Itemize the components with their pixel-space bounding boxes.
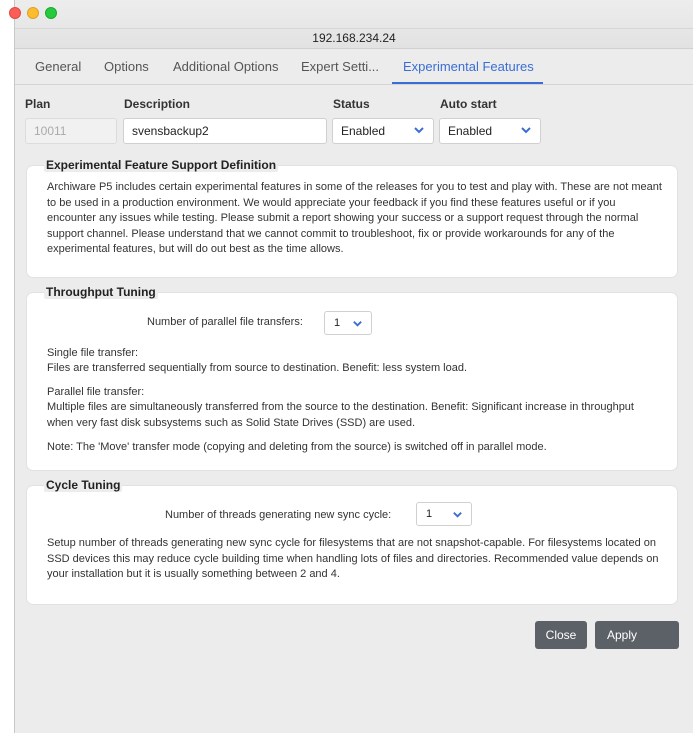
cycle-text: Setup number of threads generating new s… xyxy=(47,537,659,580)
auto-start-select-value: Enabled xyxy=(448,124,493,138)
cycle-title: Cycle Tuning xyxy=(44,478,123,492)
tab-bar: General Options Additional Options Exper… xyxy=(15,52,693,85)
parallel-transfer-title: Parallel file transfer: xyxy=(47,386,145,398)
tab-general[interactable]: General xyxy=(35,59,81,74)
parallel-transfer-text: Multiple files are simultaneously transf… xyxy=(47,401,634,429)
tab-experimental-features[interactable]: Experimental Features xyxy=(403,59,534,74)
definition-card: Archiware P5 includes certain experiment… xyxy=(27,166,677,277)
status-header: Status xyxy=(333,97,370,111)
auto-start-select[interactable]: Enabled xyxy=(439,118,541,144)
title-bar: 192.168.234.24 xyxy=(9,0,693,49)
apply-button[interactable]: Apply xyxy=(595,621,679,649)
description-input[interactable]: svensbackup2 xyxy=(123,118,327,144)
close-button[interactable]: Close xyxy=(535,621,587,649)
threads-label: Number of threads generating new sync cy… xyxy=(165,509,392,521)
tab-additional-options[interactable]: Additional Options xyxy=(173,59,279,74)
definition-text: Archiware P5 includes certain experiment… xyxy=(47,181,662,255)
chevron-down-icon xyxy=(353,321,362,327)
app-window: 192.168.234.24 General Options Additiona… xyxy=(9,0,693,733)
single-transfer-text: Files are transferred sequentially from … xyxy=(47,362,468,374)
zoom-window-icon[interactable] xyxy=(45,7,57,19)
plan-field: 10011 xyxy=(25,118,117,144)
title-bar-divider xyxy=(15,28,693,29)
description-header: Description xyxy=(124,97,191,111)
auto-start-header: Auto start xyxy=(440,97,497,111)
close-window-icon[interactable] xyxy=(9,7,21,19)
plan-header: Plan xyxy=(25,97,51,111)
window-title: 192.168.234.24 xyxy=(312,31,396,45)
chevron-down-icon xyxy=(414,127,424,134)
threads-select[interactable]: 1 xyxy=(416,502,472,526)
active-tab-indicator xyxy=(392,82,543,84)
minimize-window-icon[interactable] xyxy=(27,7,39,19)
chevron-down-icon xyxy=(521,127,531,134)
tab-options[interactable]: Options xyxy=(104,59,149,74)
single-transfer-title: Single file transfer: xyxy=(47,347,139,359)
parallel-transfers-label: Number of parallel file transfers: xyxy=(147,316,303,328)
parallel-transfers-select[interactable]: 1 xyxy=(324,311,372,335)
status-select[interactable]: Enabled xyxy=(332,118,434,144)
parallel-mode-note: Note: The 'Move' transfer mode (copying … xyxy=(47,441,547,453)
status-select-value: Enabled xyxy=(341,124,386,138)
throughput-card: Number of parallel file transfers: 1 Sin… xyxy=(27,293,677,470)
cycle-card: Number of threads generating new sync cy… xyxy=(27,486,677,604)
chevron-down-icon xyxy=(453,512,462,518)
threads-value: 1 xyxy=(426,508,433,520)
definition-title: Experimental Feature Support Definition xyxy=(44,158,279,172)
tab-expert-settings[interactable]: Expert Setti... xyxy=(301,59,379,74)
parallel-transfers-value: 1 xyxy=(334,317,341,329)
throughput-title: Throughput Tuning xyxy=(44,285,158,299)
